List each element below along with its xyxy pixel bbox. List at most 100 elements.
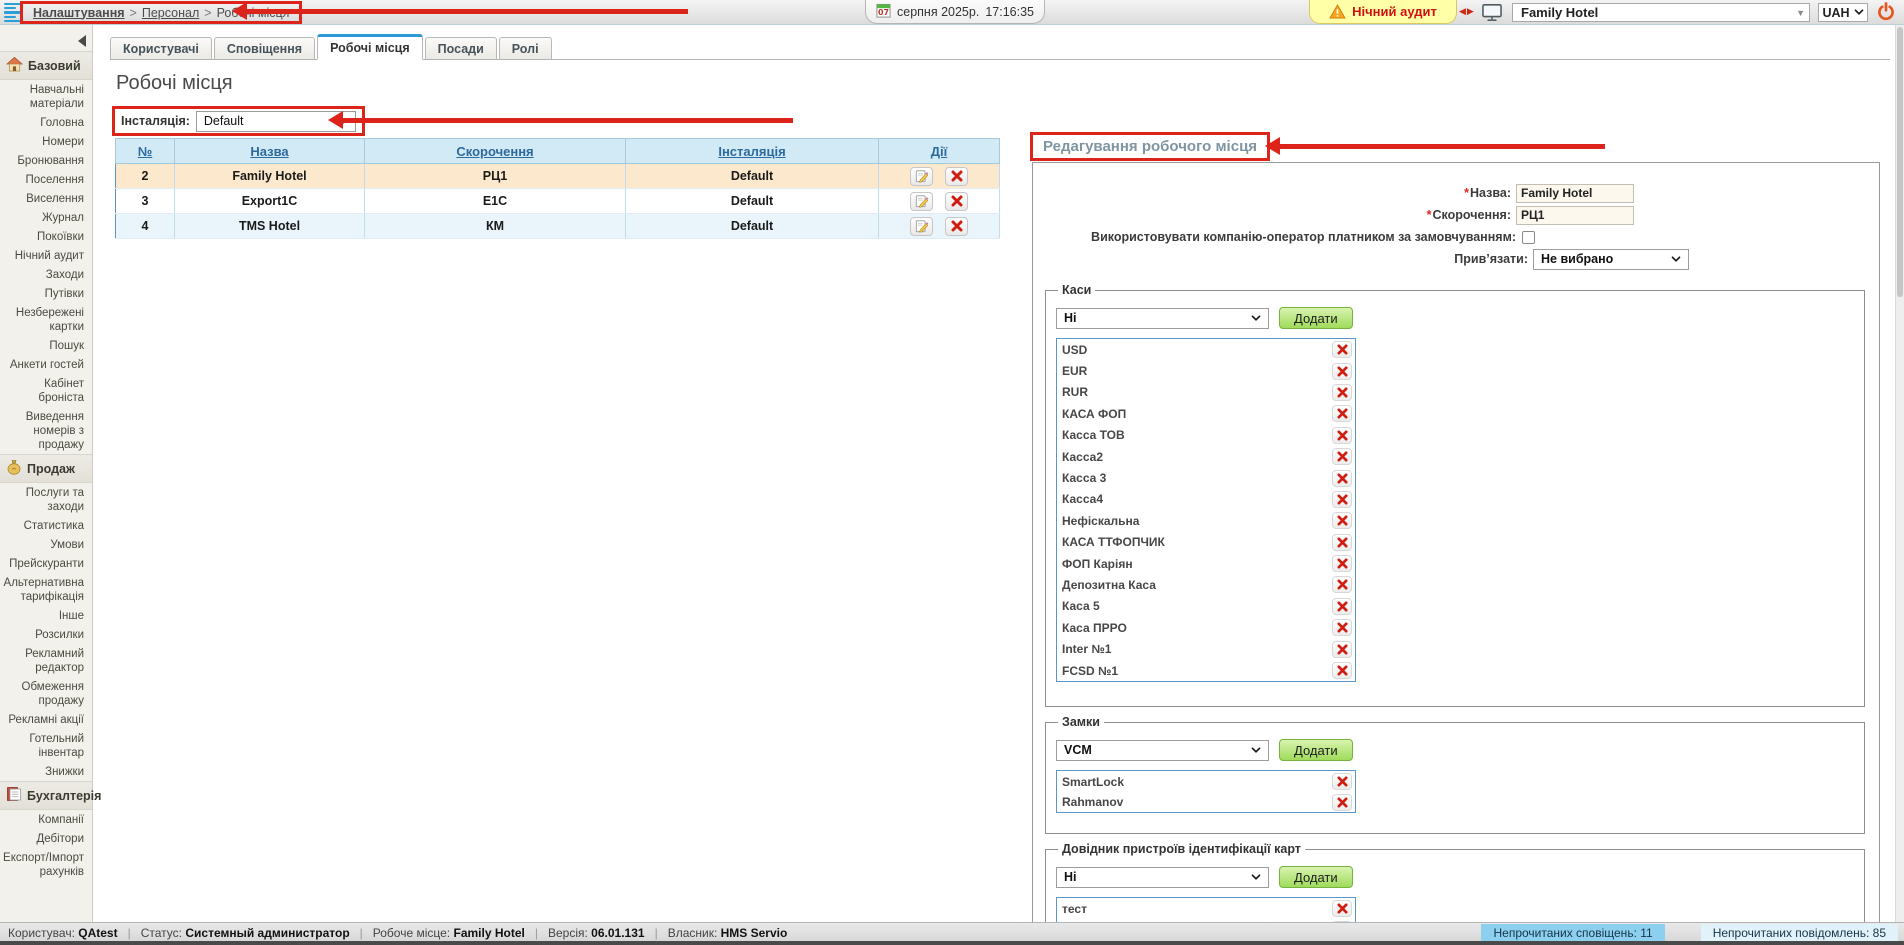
- delete-button[interactable]: [1332, 448, 1352, 465]
- delete-workplace-button[interactable]: [945, 192, 968, 211]
- delete-button[interactable]: [1332, 576, 1352, 593]
- power-icon[interactable]: [1876, 2, 1896, 25]
- delete-workplace-button[interactable]: [945, 217, 968, 236]
- edit-workplace-button[interactable]: [910, 167, 933, 186]
- delete-button[interactable]: [1332, 555, 1352, 572]
- list-item[interactable]: КАСА ФОП: [1057, 403, 1355, 424]
- date-time-control[interactable]: 07 серпня 2025р. 17:16:35: [865, 0, 1045, 24]
- list-item[interactable]: RUR: [1057, 382, 1355, 403]
- delete-button[interactable]: [1332, 662, 1352, 679]
- sort-link[interactable]: Інсталяція: [718, 144, 785, 159]
- sidebar-item[interactable]: Знижки: [0, 762, 92, 781]
- sidebar-item[interactable]: Рекламні акції: [0, 710, 92, 729]
- delete-workplace-button[interactable]: [945, 167, 968, 186]
- currency-select[interactable]: UAH: [1818, 3, 1868, 22]
- locks-list[interactable]: SmartLock Rahmanov: [1056, 770, 1356, 813]
- unread-messages-badge[interactable]: Непрочитаних повідомлень: 85: [1701, 924, 1898, 941]
- sidebar-item[interactable]: Незбережені картки: [0, 303, 92, 336]
- list-item[interactable]: FCSD №1: [1057, 660, 1355, 681]
- table-row[interactable]: 2 Family Hotel РЦ1 Default: [116, 164, 1000, 189]
- sidebar-item[interactable]: Заходи: [0, 265, 92, 284]
- tab[interactable]: Робочі місця: [317, 34, 423, 60]
- vertical-scrollbar[interactable]: [1895, 25, 1904, 922]
- tab[interactable]: Сповіщення: [214, 37, 315, 59]
- short-name-field[interactable]: РЦ1: [1516, 206, 1634, 225]
- list-item[interactable]: Касса4: [1057, 489, 1355, 510]
- workstation-monitor-icon[interactable]: [1481, 3, 1503, 25]
- delete-button[interactable]: [1332, 363, 1352, 380]
- list-item[interactable]: Каса 5: [1057, 596, 1355, 617]
- sidebar-item[interactable]: Виселення: [0, 189, 92, 208]
- list-item[interactable]: Inter №1: [1057, 638, 1355, 659]
- add-card-id-device-button[interactable]: Додати: [1279, 866, 1353, 888]
- edit-workplace-button[interactable]: [910, 217, 933, 236]
- sidebar-section-Продаж[interactable]: Продаж: [0, 454, 92, 483]
- list-item[interactable]: Rahmanov: [1057, 792, 1355, 813]
- list-item[interactable]: Нефіскальна: [1057, 510, 1355, 531]
- cash-register-select[interactable]: Ні: [1056, 308, 1269, 329]
- delete-button[interactable]: [1332, 534, 1352, 551]
- delete-button[interactable]: [1332, 900, 1352, 917]
- sidebar-item[interactable]: Поселення: [0, 170, 92, 189]
- lock-select[interactable]: VCM: [1056, 740, 1269, 761]
- hotel-select[interactable]: Family Hotel ▼: [1512, 3, 1810, 22]
- list-item[interactable]: Касса ТОВ: [1057, 425, 1355, 446]
- breadcrumb-link-settings[interactable]: Налаштування: [33, 6, 125, 20]
- delete-button[interactable]: [1332, 619, 1352, 636]
- sidebar-item[interactable]: Нічний аудит: [0, 246, 92, 265]
- delete-button[interactable]: [1332, 773, 1352, 790]
- list-item[interactable]: ФОП Каріян: [1057, 553, 1355, 574]
- sidebar-item[interactable]: Альтернативна тарифікація: [0, 573, 92, 606]
- sidebar-item[interactable]: Путівки: [0, 284, 92, 303]
- add-cash-register-button[interactable]: Додати: [1279, 307, 1353, 329]
- cash-registers-list[interactable]: USD EUR RUR КАСА ФОП: [1056, 338, 1356, 682]
- list-item[interactable]: Касса2: [1057, 446, 1355, 467]
- sort-link[interactable]: Назва: [250, 144, 288, 159]
- sort-link[interactable]: Скорочення: [456, 144, 533, 159]
- add-lock-button[interactable]: Додати: [1279, 739, 1353, 761]
- sidebar-item[interactable]: Обмеження продажу: [0, 677, 92, 710]
- sidebar-section-Базовий[interactable]: Базовий: [0, 51, 92, 80]
- name-field[interactable]: Family Hotel: [1516, 184, 1634, 203]
- list-item[interactable]: Каса ПРРО: [1057, 617, 1355, 638]
- list-item[interactable]: EUR: [1057, 360, 1355, 381]
- sidebar-item[interactable]: Бронювання: [0, 151, 92, 170]
- list-item[interactable]: КАСА ТТФОПЧИК: [1057, 532, 1355, 553]
- sidebar-item[interactable]: Покоївки: [0, 227, 92, 246]
- sidebar-item[interactable]: Анкети гостей: [0, 355, 92, 374]
- sidebar-item[interactable]: Кабінет броніста: [0, 374, 92, 407]
- sidebar-collapse-icon[interactable]: [78, 35, 86, 47]
- delete-button[interactable]: [1332, 491, 1352, 508]
- list-item[interactable]: Касса 3: [1057, 467, 1355, 488]
- delete-button[interactable]: [1332, 341, 1352, 358]
- tab[interactable]: Користувачі: [110, 37, 212, 59]
- sort-link[interactable]: №: [138, 144, 153, 159]
- breadcrumb-link-personnel[interactable]: Персонал: [142, 6, 199, 20]
- scrollbar-thumb[interactable]: [1897, 27, 1903, 297]
- sidebar-item[interactable]: Рекламний редактор: [0, 644, 92, 677]
- sidebar-item[interactable]: Розсилки: [0, 625, 92, 644]
- sidebar-section-Бухгалтерія[interactable]: Бухгалтерія: [0, 781, 92, 810]
- sidebar-item[interactable]: Дебітори: [0, 829, 92, 848]
- sidebar-item[interactable]: Навчальні матеріали: [0, 80, 92, 113]
- sidebar-item[interactable]: Пошук: [0, 336, 92, 355]
- sidebar-item[interactable]: Компанії: [0, 810, 92, 829]
- delete-button[interactable]: [1332, 470, 1352, 487]
- company-operator-checkbox[interactable]: [1522, 231, 1535, 244]
- sort-link[interactable]: Дії: [931, 144, 948, 159]
- table-row[interactable]: 3 Export1C E1C Default: [116, 189, 1000, 214]
- sidebar-item[interactable]: Умови: [0, 535, 92, 554]
- sidebar-item[interactable]: Прейскуранти: [0, 554, 92, 573]
- sidebar-item[interactable]: Експорт/Імпорт рахунків: [0, 848, 92, 881]
- sidebar-item[interactable]: Головна: [0, 113, 92, 132]
- card-id-devices-list[interactable]: тест: [1056, 897, 1356, 922]
- sidebar-item[interactable]: Виведення номерів з продажу: [0, 407, 92, 454]
- delete-button[interactable]: [1332, 598, 1352, 615]
- tab[interactable]: Ролі: [499, 37, 552, 59]
- unread-notifications-badge[interactable]: Непрочитаних сповіщень: 11: [1481, 924, 1664, 941]
- delete-button[interactable]: [1332, 384, 1352, 401]
- list-item[interactable]: SmartLock: [1057, 771, 1355, 792]
- table-row[interactable]: 4 TMS Hotel КМ Default: [116, 214, 1000, 239]
- collapse-expand-arrows-icon[interactable]: ◀▶: [1459, 6, 1475, 17]
- tab[interactable]: Посади: [425, 37, 497, 59]
